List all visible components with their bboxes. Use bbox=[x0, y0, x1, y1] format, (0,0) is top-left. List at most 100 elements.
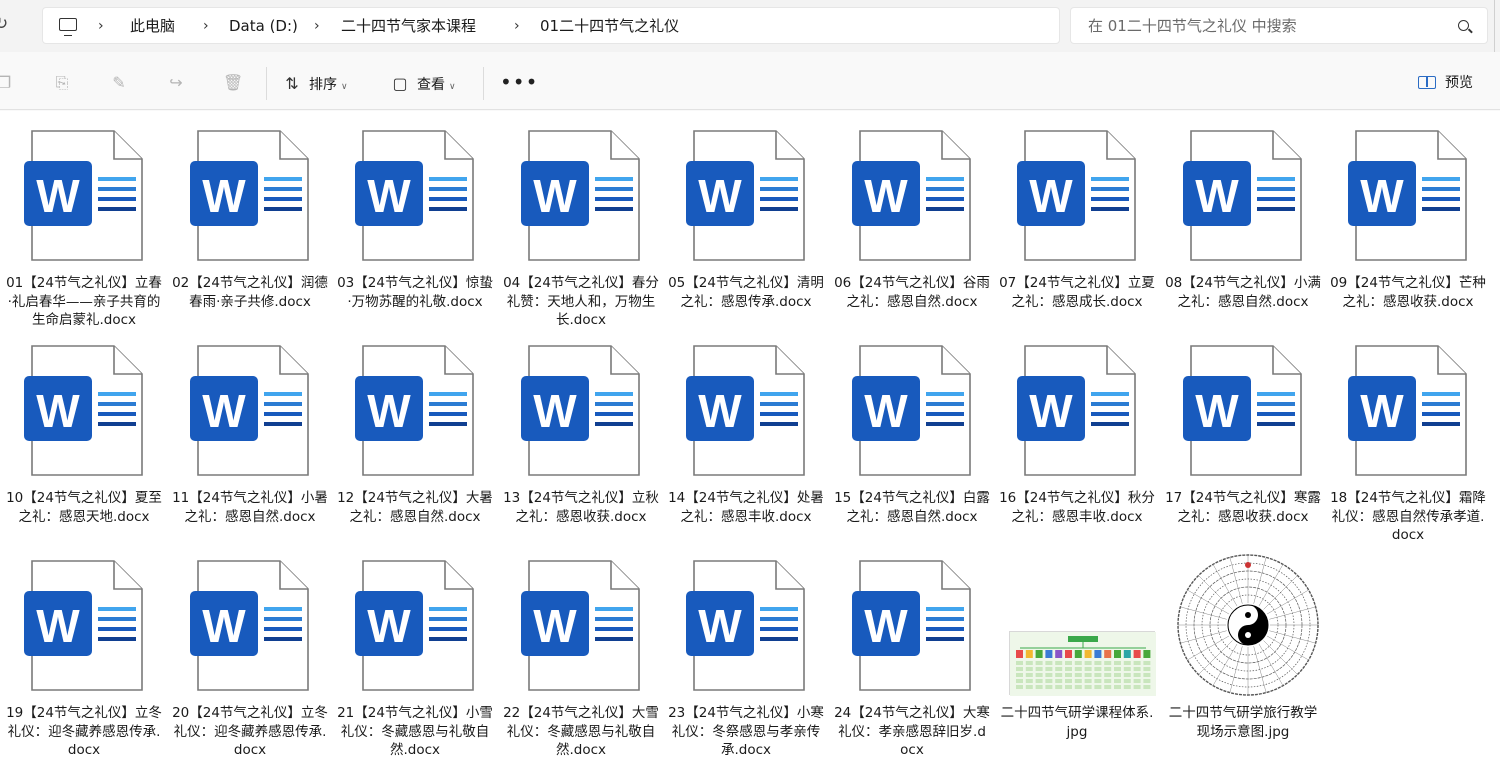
file-item[interactable]: W 21【24节气之礼仪】小雪礼仪：冬藏感恩与礼敬自然.docx bbox=[335, 541, 495, 758]
file-name: 二十四节气研学旅行教学现场示意图.jpg bbox=[1168, 705, 1318, 740]
svg-text:W: W bbox=[1029, 385, 1073, 437]
word-document-icon: W bbox=[852, 560, 971, 691]
svg-text:W: W bbox=[533, 600, 577, 652]
chevron-right-icon[interactable]: › bbox=[98, 8, 104, 45]
search-icon[interactable] bbox=[1458, 20, 1469, 31]
file-item[interactable]: W 01【24节气之礼仪】立春·礼启春华——亲子共育的生命启蒙礼.docx bbox=[4, 111, 164, 328]
file-name: 04【24节气之礼仪】春分礼赞：天地人和，万物生长.docx bbox=[503, 275, 659, 328]
file-item[interactable]: W 19【24节气之礼仪】立冬礼仪：迎冬藏养感恩传承.docx bbox=[4, 541, 164, 758]
word-document-icon: W bbox=[521, 130, 647, 262]
svg-text:W: W bbox=[367, 385, 411, 437]
word-document-icon: W bbox=[521, 560, 640, 691]
word-document-icon: W bbox=[1348, 130, 1474, 262]
word-document-icon: W bbox=[1183, 345, 1309, 477]
file-name: 03【24节气之礼仪】惊蛰·万物苏醒的礼敬.docx bbox=[337, 275, 493, 310]
word-document-icon: W bbox=[521, 130, 640, 261]
share-icon[interactable]: ↪ bbox=[166, 73, 186, 93]
word-document-icon: W bbox=[24, 130, 150, 262]
word-document-icon: W bbox=[521, 345, 640, 476]
file-item[interactable]: W 10【24节气之礼仪】夏至之礼：感恩天地.docx bbox=[4, 326, 164, 536]
word-document-icon: W bbox=[686, 130, 812, 262]
word-document-icon: W bbox=[1017, 345, 1143, 477]
word-document-icon: W bbox=[24, 345, 150, 477]
file-item[interactable]: W 12【24节气之礼仪】大暑之礼：感恩自然.docx bbox=[335, 326, 495, 536]
file-item[interactable]: W 07【24节气之礼仪】立夏之礼：感恩成长.docx bbox=[997, 111, 1157, 321]
file-item[interactable]: 二十四节气研学课程体系.jpg bbox=[997, 541, 1157, 751]
breadcrumb-this-pc[interactable]: 此电脑 bbox=[130, 8, 175, 45]
sort-button[interactable]: ⇅ 排序 ∨ bbox=[281, 67, 347, 100]
file-name: 11【24节气之礼仪】小暑之礼：感恩自然.docx bbox=[172, 490, 328, 525]
svg-text:W: W bbox=[698, 385, 742, 437]
search-box[interactable]: 在 01二十四节气之礼仪 中搜索 bbox=[1070, 7, 1488, 44]
breadcrumb-drive[interactable]: Data (D:) bbox=[229, 8, 298, 45]
svg-text:W: W bbox=[864, 385, 908, 437]
word-document-icon: W bbox=[686, 560, 805, 691]
chevron-right-icon[interactable]: › bbox=[314, 8, 320, 45]
svg-text:W: W bbox=[698, 170, 742, 222]
file-item[interactable]: W 24【24节气之礼仪】大寒礼仪：孝亲感恩辞旧岁.docx bbox=[832, 541, 992, 758]
file-item[interactable]: W 08【24节气之礼仪】小满之礼：感恩自然.docx bbox=[1163, 111, 1323, 321]
word-document-icon: W bbox=[1348, 130, 1467, 261]
preview-pane-icon bbox=[1418, 76, 1436, 89]
file-name: 14【24节气之礼仪】处暑之礼：感恩丰收.docx bbox=[668, 490, 824, 525]
word-document-icon: W bbox=[521, 560, 647, 692]
file-name: 19【24节气之礼仪】立冬礼仪：迎冬藏养感恩传承.docx bbox=[6, 705, 162, 758]
file-item[interactable]: W 05【24节气之礼仪】清明之礼：感恩传承.docx bbox=[666, 111, 826, 321]
svg-text:W: W bbox=[367, 170, 411, 222]
file-name: 22【24节气之礼仪】大雪礼仪：冬藏感恩与礼敬自然.docx bbox=[503, 705, 659, 758]
rename-icon[interactable]: ✎ bbox=[109, 73, 129, 93]
sort-icon: ⇅ bbox=[285, 74, 299, 93]
svg-text:W: W bbox=[202, 170, 246, 222]
word-document-icon: W bbox=[24, 345, 143, 476]
word-document-icon: W bbox=[686, 345, 805, 476]
file-item[interactable]: W 23【24节气之礼仪】小寒礼仪：冬祭感恩与孝亲传承.docx bbox=[666, 541, 826, 758]
view-button[interactable]: ▢ 查看 ∨ bbox=[389, 67, 455, 100]
breadcrumb-course-folder[interactable]: 二十四节气家本课程 bbox=[341, 8, 476, 45]
file-item[interactable]: W 17【24节气之礼仪】寒露之礼：感恩收获.docx bbox=[1163, 326, 1323, 536]
preview-pane-button[interactable]: 预览 bbox=[1418, 67, 1473, 100]
file-item[interactable]: W 02【24节气之礼仪】润德春雨·亲子共修.docx bbox=[170, 111, 330, 321]
word-document-icon: W bbox=[852, 345, 978, 477]
chevron-right-icon[interactable]: › bbox=[514, 8, 520, 45]
delete-icon[interactable]: 🗑 bbox=[223, 73, 243, 93]
file-item[interactable]: W 15【24节气之礼仪】白露之礼：感恩自然.docx bbox=[832, 326, 992, 536]
address-bar[interactable]: › 此电脑 › Data (D:) › 二十四节气家本课程 › 01二十四节气之… bbox=[42, 7, 1060, 44]
toolbar-divider bbox=[266, 67, 267, 100]
word-document-icon: W bbox=[190, 130, 309, 261]
file-item[interactable]: W 18【24节气之礼仪】霜降礼仪：感恩自然传承孝道.docx bbox=[1328, 326, 1488, 543]
paste-icon[interactable]: ⎘ bbox=[52, 73, 72, 93]
file-item[interactable]: W 04【24节气之礼仪】春分礼赞：天地人和，万物生长.docx bbox=[501, 111, 661, 328]
svg-text:W: W bbox=[202, 600, 246, 652]
refresh-icon[interactable]: ↻ bbox=[0, 14, 14, 34]
file-item[interactable]: W 06【24节气之礼仪】谷雨之礼：感恩自然.docx bbox=[832, 111, 992, 321]
file-item[interactable]: W 16【24节气之礼仪】秋分之礼：感恩丰收.docx bbox=[997, 326, 1157, 536]
computer-icon[interactable] bbox=[59, 18, 77, 36]
file-item[interactable]: W 14【24节气之礼仪】处暑之礼：感恩丰收.docx bbox=[666, 326, 826, 536]
svg-text:W: W bbox=[36, 385, 80, 437]
command-bar: ❐ ⎘ ✎ ↪ 🗑 ⇅ 排序 ∨ ▢ 查看 ∨ ••• 预览 bbox=[0, 57, 1500, 110]
view-icon: ▢ bbox=[392, 74, 408, 93]
image-thumbnail bbox=[1175, 553, 1321, 697]
chevron-right-icon[interactable]: › bbox=[203, 8, 209, 45]
search-input[interactable]: 在 01二十四节气之礼仪 中搜索 bbox=[1088, 8, 1297, 45]
solar-terms-compass-image bbox=[1175, 553, 1321, 697]
file-item[interactable]: W 20【24节气之礼仪】立冬礼仪：迎冬藏养感恩传承.docx bbox=[170, 541, 330, 758]
svg-text:W: W bbox=[1360, 385, 1404, 437]
word-document-icon: W bbox=[1017, 130, 1143, 262]
file-item[interactable]: W 13【24节气之礼仪】立秋之礼：感恩收获.docx bbox=[501, 326, 661, 536]
file-item[interactable]: W 09【24节气之礼仪】芒种之礼：感恩收获.docx bbox=[1328, 111, 1488, 321]
word-document-icon: W bbox=[686, 560, 812, 692]
breadcrumb-current-folder[interactable]: 01二十四节气之礼仪 bbox=[540, 8, 679, 45]
word-document-icon: W bbox=[1017, 130, 1136, 261]
svg-text:W: W bbox=[533, 170, 577, 222]
file-name: 08【24节气之礼仪】小满之礼：感恩自然.docx bbox=[1165, 275, 1321, 310]
word-document-icon: W bbox=[852, 130, 978, 262]
file-item[interactable]: W 03【24节气之礼仪】惊蛰·万物苏醒的礼敬.docx bbox=[335, 111, 495, 321]
more-options-button[interactable]: ••• bbox=[500, 67, 537, 100]
file-item[interactable]: W 22【24节气之礼仪】大雪礼仪：冬藏感恩与礼敬自然.docx bbox=[501, 541, 661, 758]
file-name: 二十四节气研学课程体系.jpg bbox=[1000, 705, 1154, 740]
file-item[interactable]: 二十四节气研学旅行教学现场示意图.jpg bbox=[1163, 541, 1323, 751]
word-document-icon: W bbox=[355, 560, 474, 691]
file-item[interactable]: W 11【24节气之礼仪】小暑之礼：感恩自然.docx bbox=[170, 326, 330, 536]
copy-icon[interactable]: ❐ bbox=[0, 73, 14, 93]
